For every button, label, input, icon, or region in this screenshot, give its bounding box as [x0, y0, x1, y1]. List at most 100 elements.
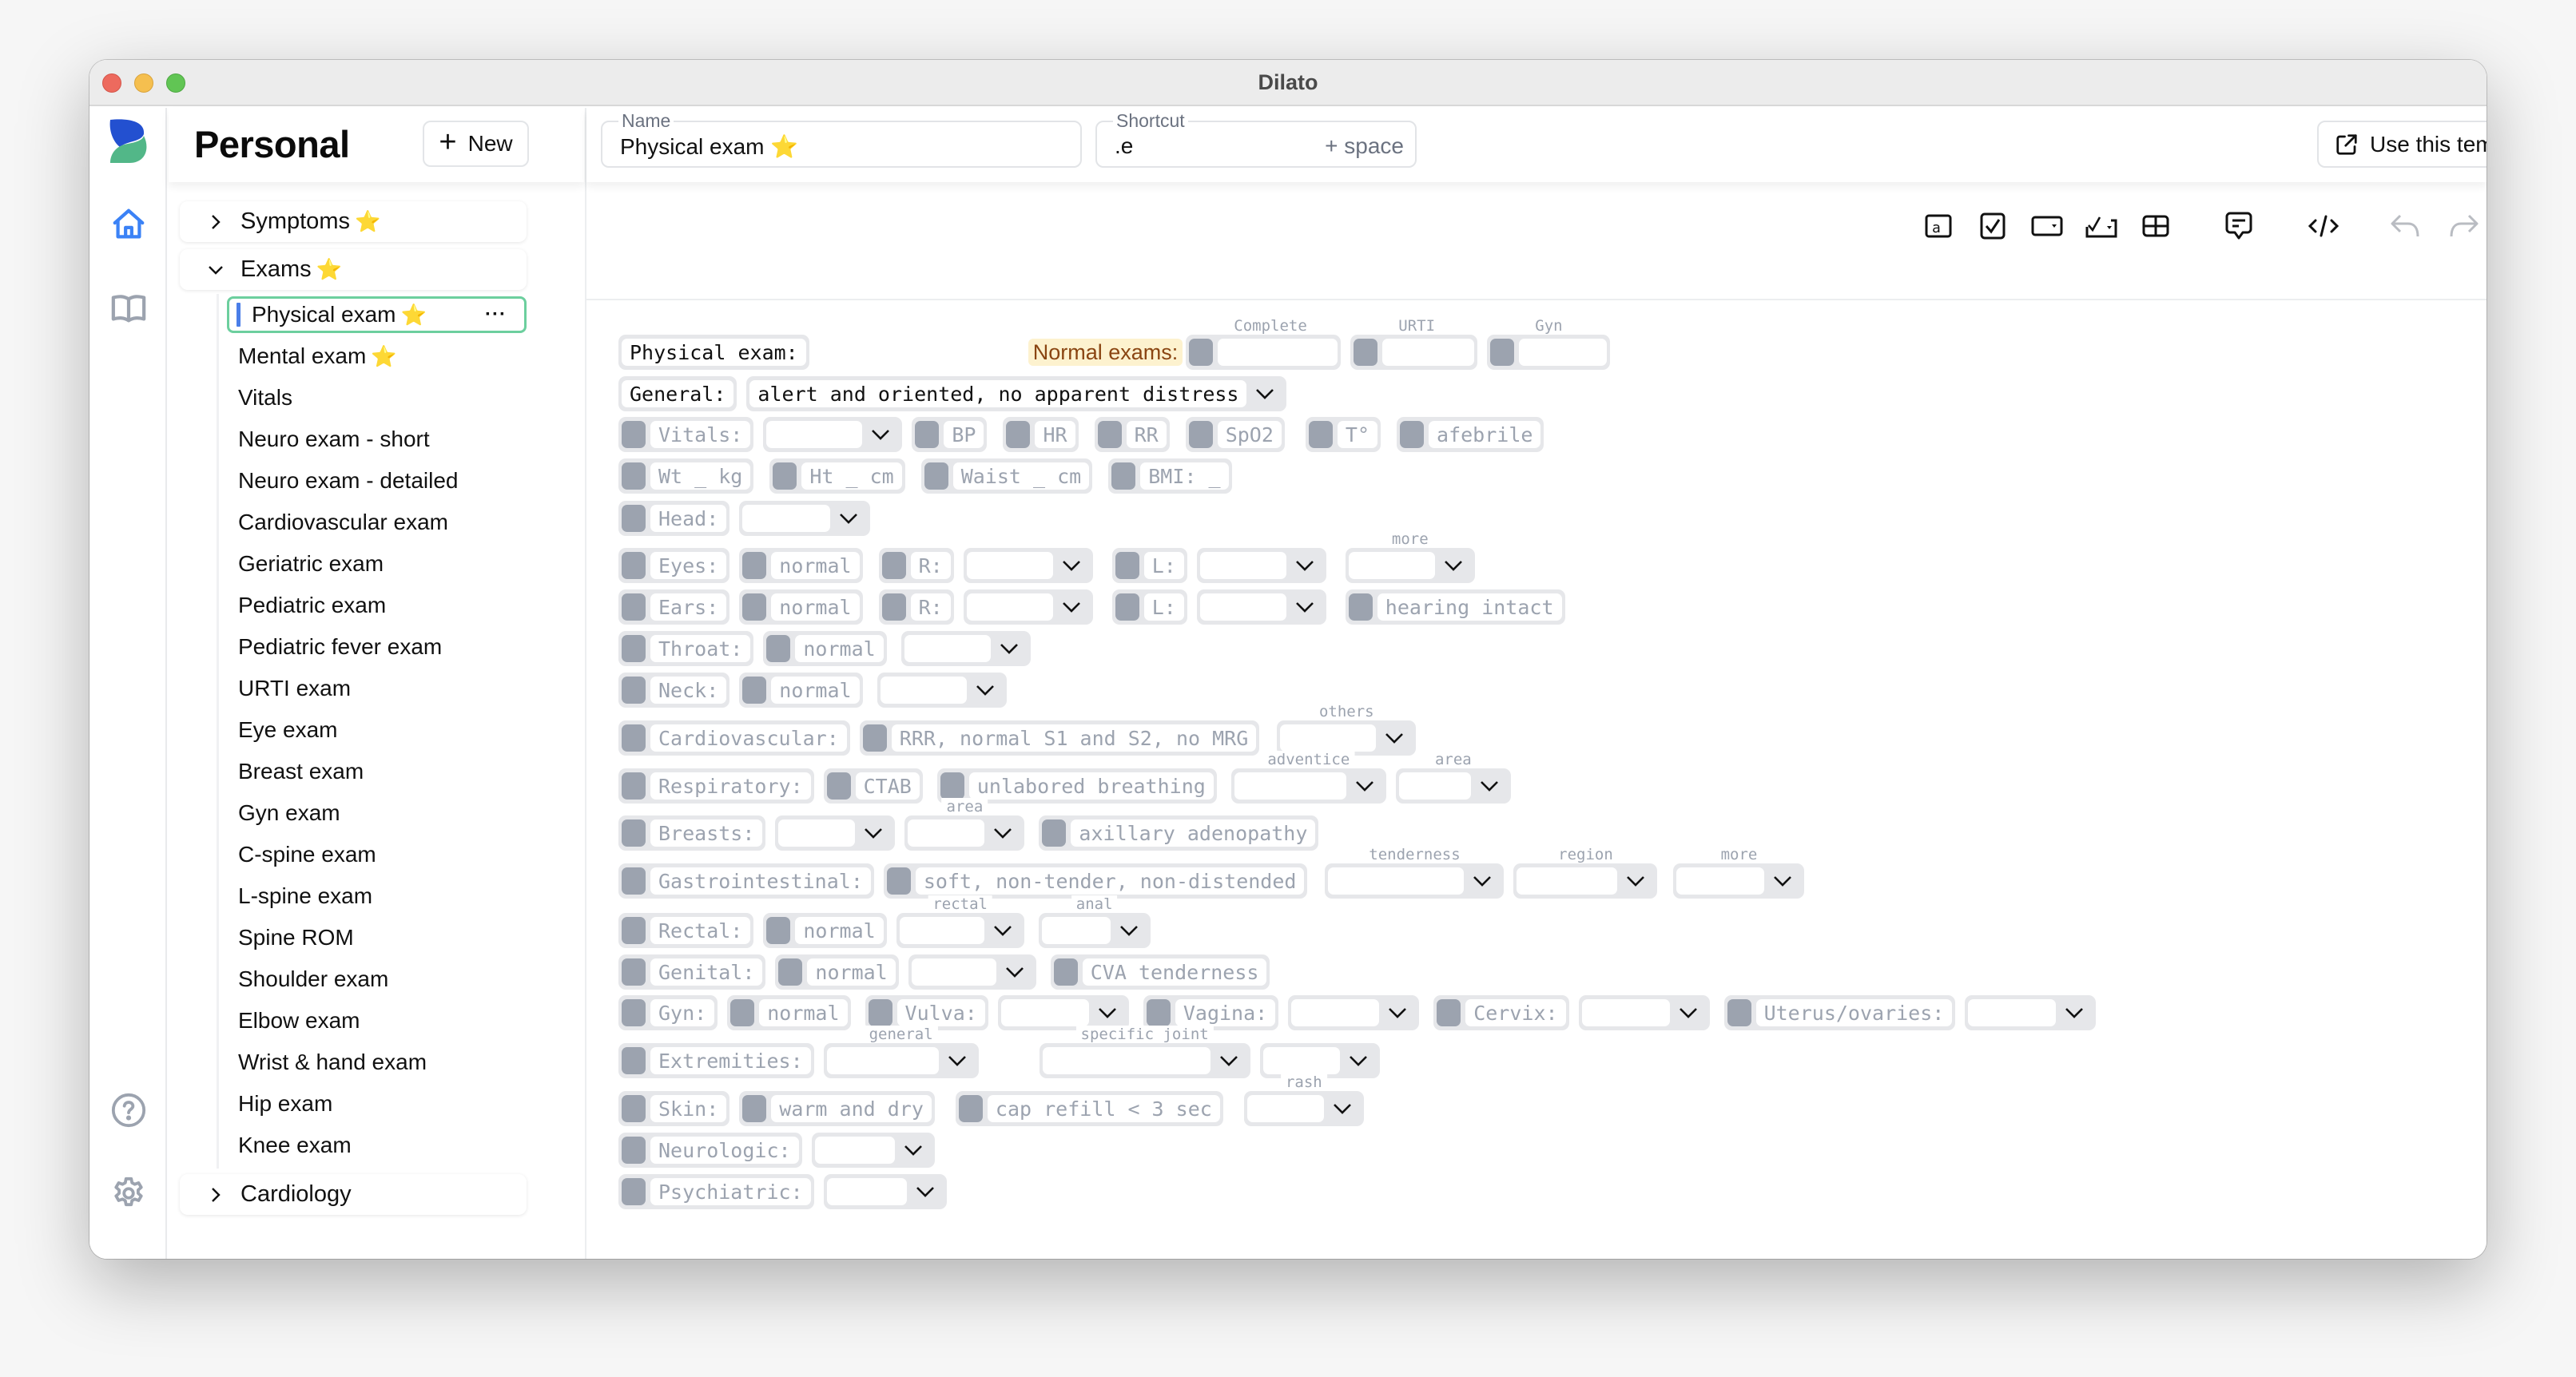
vitals-chip[interactable]: Vitals:: [618, 417, 754, 452]
code-icon[interactable]: [2308, 210, 2339, 242]
extremities-general-dropdown[interactable]: general: [823, 1026, 979, 1078]
cervix-dropdown[interactable]: [1578, 995, 1710, 1030]
sidebar-exam-item[interactable]: Neuro exam - short: [227, 421, 527, 458]
tenderness-dropdown[interactable]: tenderness: [1325, 846, 1505, 899]
normal-exam-urti[interactable]: URTI: [1350, 317, 1478, 370]
sidebar-exam-item[interactable]: Breast exam: [227, 753, 527, 790]
cervix-chip[interactable]: Cervix:: [1433, 995, 1569, 1030]
sidebar-exam-item[interactable]: Cardiovascular exam: [227, 504, 527, 541]
psychiatric-chip[interactable]: Psychiatric:: [618, 1174, 814, 1209]
sidebar-exam-item[interactable]: Knee exam: [227, 1127, 527, 1164]
measure-3[interactable]: BMI: _: [1108, 458, 1232, 494]
gastrointestinal-chip[interactable]: Gastrointestinal:: [618, 863, 874, 899]
multi-select-icon[interactable]: [2085, 210, 2117, 242]
sidebar-exam-item[interactable]: Wrist & hand exam: [227, 1044, 527, 1081]
psychiatric-dropdown[interactable]: [823, 1174, 947, 1209]
respiratory-chip[interactable]: Respiratory:: [618, 768, 814, 804]
adventice-dropdown[interactable]: adventice: [1230, 751, 1386, 804]
table-icon[interactable]: [2140, 210, 2172, 242]
checkbox[interactable]: [881, 552, 906, 579]
checkbox[interactable]: [868, 999, 892, 1026]
general-dropdown[interactable]: alert and oriented, no apparent distress: [746, 376, 1287, 411]
neck-chip[interactable]: Neck:: [618, 673, 730, 708]
throat-chip[interactable]: Throat:: [618, 631, 754, 666]
checkbox[interactable]: [622, 999, 646, 1026]
measure-0[interactable]: Wt _ kg: [618, 458, 754, 494]
normal-exam-gyn[interactable]: Gyn: [1487, 317, 1611, 370]
neck-normal-chip[interactable]: normal: [739, 673, 863, 708]
skin-chip[interactable]: Skin:: [618, 1091, 730, 1126]
measure-1[interactable]: Ht _ cm: [769, 458, 905, 494]
sidebar-exam-item[interactable]: Physical exam ⭐ ···: [227, 296, 527, 333]
home-icon[interactable]: [109, 204, 149, 244]
checkbox[interactable]: [915, 421, 940, 448]
checkbox[interactable]: [1042, 819, 1067, 847]
checkbox[interactable]: [622, 1095, 646, 1122]
genital-normal-chip[interactable]: normal: [775, 954, 899, 990]
checkbox[interactable]: [742, 677, 767, 704]
group-exams[interactable]: Exams ⭐: [180, 249, 527, 290]
new-template-button[interactable]: + New: [423, 121, 529, 167]
gi-normal-chip[interactable]: soft, non-tender, non-distended: [883, 863, 1308, 899]
breasts-chip[interactable]: Breasts:: [618, 815, 766, 851]
checkbox[interactable]: [622, 1137, 646, 1164]
ears-normal-chip[interactable]: normal: [739, 589, 863, 625]
cardio-normal-chip[interactable]: RRR, normal S1 and S2, no MRG: [859, 720, 1260, 756]
checkbox[interactable]: [766, 635, 791, 662]
checkbox[interactable]: [1354, 339, 1378, 366]
hearing-intact-chip[interactable]: hearing intact: [1345, 589, 1565, 625]
text-field-icon[interactable]: a: [1922, 210, 1954, 242]
checkbox[interactable]: [881, 593, 906, 621]
checkbox[interactable]: [766, 917, 791, 944]
checkbox[interactable]: [730, 999, 755, 1026]
checkbox[interactable]: [1308, 421, 1333, 448]
sidebar-exam-item[interactable]: Pediatric fever exam: [227, 629, 527, 665]
neurologic-chip[interactable]: Neurologic:: [618, 1133, 802, 1168]
eyes-normal-chip[interactable]: normal: [739, 548, 863, 583]
rectal-chip[interactable]: Rectal:: [618, 913, 754, 948]
sidebar-exam-item[interactable]: Elbow exam: [227, 1002, 527, 1039]
checkbox[interactable]: [622, 772, 646, 800]
gyn-chip[interactable]: Gyn:: [618, 995, 718, 1030]
genital-chip[interactable]: Genital:: [618, 954, 766, 990]
vital-1[interactable]: HR: [1003, 417, 1079, 452]
ears-chip[interactable]: Ears:: [618, 589, 730, 625]
vagina-dropdown[interactable]: [1288, 995, 1420, 1030]
sidebar-exam-item[interactable]: Mental exam ⭐: [227, 338, 527, 375]
checkbox[interactable]: [622, 1047, 646, 1074]
general-label-chip[interactable]: General:: [618, 376, 737, 411]
cva-tenderness-chip[interactable]: CVA tenderness: [1050, 954, 1270, 990]
vital-2[interactable]: RR: [1094, 417, 1170, 452]
checkbox[interactable]: [1400, 421, 1425, 448]
checkbox[interactable]: [622, 552, 646, 579]
breasts-dropdown[interactable]: [775, 815, 896, 851]
vital-4[interactable]: T°: [1305, 417, 1381, 452]
axillary-adenopathy-chip[interactable]: axillary adenopathy: [1039, 815, 1319, 851]
sidebar-exam-item[interactable]: Pediatric exam: [227, 587, 527, 624]
normal-exam-complete[interactable]: Complete: [1186, 317, 1342, 370]
sidebar-exam-item[interactable]: Neuro exam - detailed: [227, 462, 527, 499]
logout-icon[interactable]: [109, 1256, 149, 1259]
checkbox[interactable]: [886, 867, 911, 895]
skin-normal-chip[interactable]: warm and dry: [739, 1091, 935, 1126]
checkbox[interactable]: [622, 505, 646, 532]
extremities-chip[interactable]: Extremities:: [618, 1043, 814, 1078]
uterus-ovaries-dropdown[interactable]: [1965, 995, 2097, 1030]
cardiovascular-chip[interactable]: Cardiovascular:: [618, 720, 850, 756]
rash-dropdown[interactable]: rash: [1243, 1073, 1364, 1126]
throat-dropdown[interactable]: [900, 631, 1031, 666]
name-field[interactable]: Name Physical exam ⭐: [601, 110, 1082, 168]
vital-5[interactable]: afebrile: [1397, 417, 1544, 452]
checkbox[interactable]: [1053, 958, 1078, 986]
rectal-normal-chip[interactable]: normal: [763, 913, 887, 948]
checkbox[interactable]: [742, 552, 767, 579]
gi-more-dropdown[interactable]: more: [1673, 846, 1805, 899]
sidebar-exam-item[interactable]: Vitals: [227, 379, 527, 416]
checkbox[interactable]: [622, 421, 646, 448]
checkbox[interactable]: [1490, 339, 1515, 366]
checkbox[interactable]: [622, 819, 646, 847]
checkbox[interactable]: [1097, 421, 1122, 448]
vital-3[interactable]: SpO2: [1185, 417, 1285, 452]
eyes-left-dropdown[interactable]: [1196, 548, 1326, 583]
resp-normal-chip[interactable]: CTAB: [823, 768, 923, 804]
